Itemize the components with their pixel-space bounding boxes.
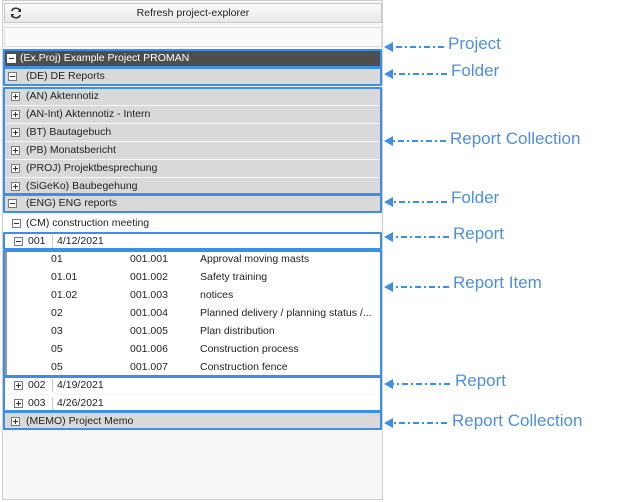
callout-arrowhead <box>384 197 393 207</box>
callout-report-collection: Report Collection <box>450 129 581 148</box>
callout-project: Project <box>448 34 501 53</box>
callout-report: Report <box>455 371 507 390</box>
callout-folder: Folder <box>451 61 500 80</box>
callout-arrowhead <box>384 282 393 292</box>
callout-report-collection: Report Collection <box>452 411 583 430</box>
callout-folder: Folder <box>451 188 500 207</box>
callout-arrowhead <box>384 69 393 79</box>
callout-arrowhead <box>384 379 393 389</box>
callout-arrowhead <box>384 42 393 52</box>
callout-report: Report <box>453 224 505 243</box>
callout-arrowhead <box>384 136 393 146</box>
callout-arrowhead <box>384 232 393 242</box>
callout-report-item: Report Item <box>453 273 542 292</box>
callout-arrowhead <box>384 418 393 428</box>
